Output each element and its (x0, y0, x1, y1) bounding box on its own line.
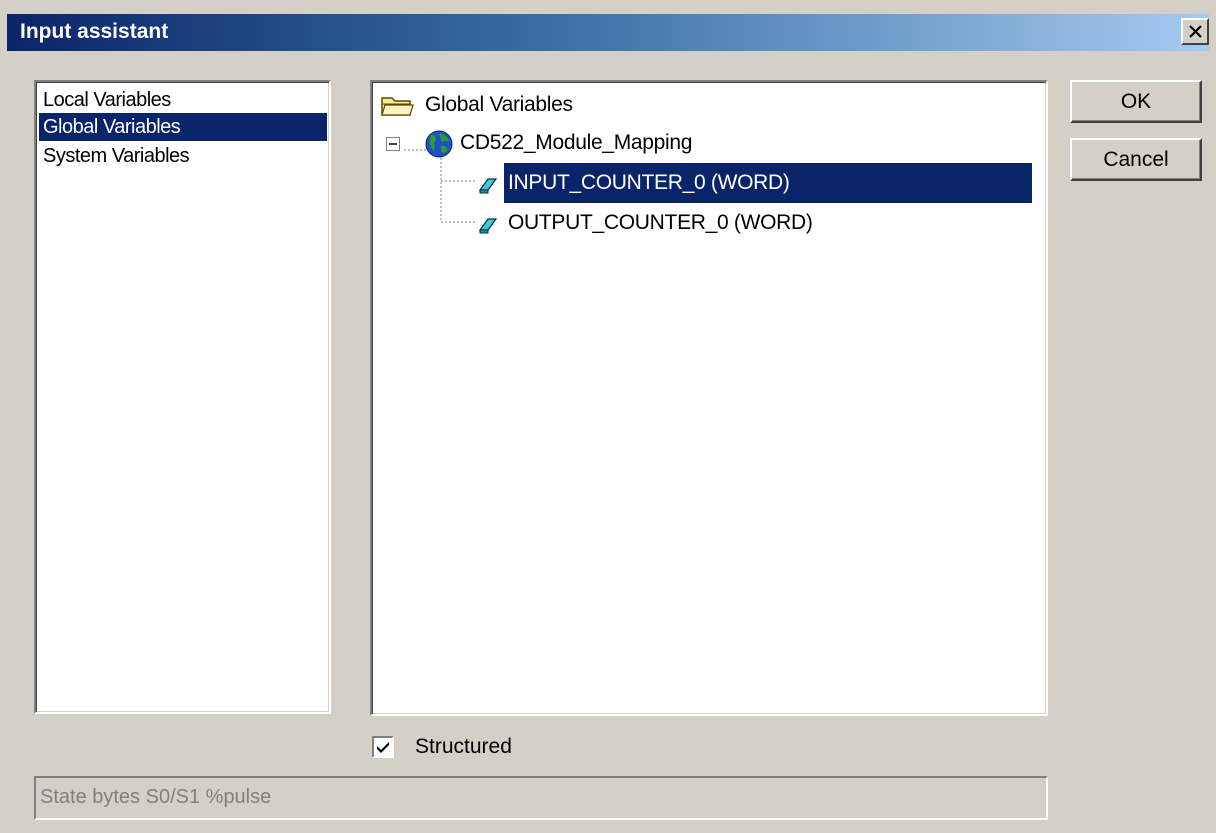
collapse-icon[interactable] (386, 137, 400, 151)
tree-node-label: OUTPUT_COUNTER_0 (WORD) (508, 211, 813, 234)
category-item-global-variables[interactable]: Global Variables (39, 113, 327, 141)
title-bar[interactable]: Input assistant (7, 14, 1209, 51)
close-button[interactable] (1181, 18, 1209, 45)
structured-checkbox[interactable] (372, 736, 394, 758)
close-icon (1189, 25, 1202, 38)
variable-tree[interactable]: Global Variables CD522_Module_Mapping IN… (370, 80, 1048, 716)
folder-icon (381, 97, 414, 116)
tree-node-label: CD522_Module_Mapping (460, 131, 693, 154)
structured-label: Structured (415, 735, 512, 758)
variable-icon (478, 178, 498, 194)
category-item-local-variables[interactable]: Local Variables (39, 86, 327, 114)
description-field: State bytes S0/S1 %pulse (34, 776, 1048, 820)
tree-node-label: Global Variables (425, 93, 573, 116)
cancel-button[interactable]: Cancel (1070, 138, 1202, 181)
window-title: Input assistant (20, 20, 169, 43)
category-item-system-variables[interactable]: System Variables (39, 142, 327, 170)
input-assistant-dialog: Input assistant Local Variables Global V… (0, 0, 1216, 833)
tree-node-label: INPUT_COUNTER_0 (WORD) (504, 163, 1032, 203)
category-list[interactable]: Local Variables Global Variables System … (34, 80, 331, 714)
ok-button[interactable]: OK (1070, 80, 1202, 123)
variable-icon (478, 218, 498, 234)
globe-icon (425, 130, 453, 158)
checkmark-icon (377, 742, 389, 753)
